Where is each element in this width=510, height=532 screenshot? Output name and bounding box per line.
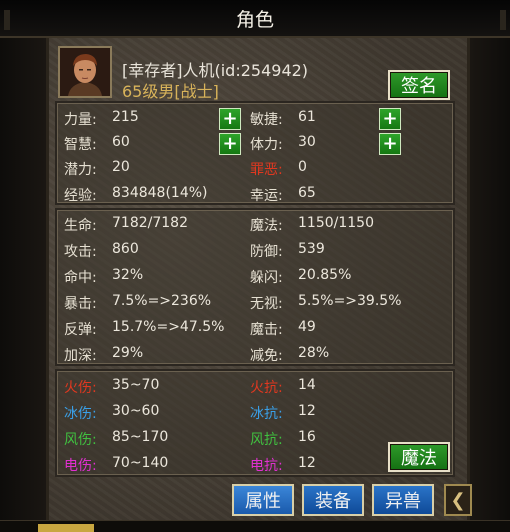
element-stat-value: 16: [298, 429, 316, 445]
stat-value: 30: [298, 134, 316, 150]
combat-stat-label: 攻击:: [64, 244, 97, 260]
element-stat-label: 风抗:: [250, 432, 283, 448]
combat-stat-value: 29%: [112, 345, 144, 361]
title-bar: 角色: [0, 0, 510, 38]
portrait-avatar-icon: [60, 48, 110, 96]
combat-stat-label: 减免:: [250, 348, 283, 364]
add-point-button[interactable]: +: [379, 108, 401, 130]
combat-stat-value: 7182/7182: [112, 215, 188, 231]
stat-value: 834848(14%): [112, 185, 208, 201]
magic-button[interactable]: 魔法: [388, 442, 450, 472]
combat-stat-label: 暴击:: [64, 296, 97, 312]
stat-label: 罪恶:: [250, 162, 283, 178]
element-stat-label: 电伤:: [64, 458, 97, 474]
combat-stat-value: 32%: [112, 267, 144, 283]
combat-stat-value: 1150/1150: [298, 215, 374, 231]
element-stat-value: 14: [298, 377, 316, 393]
stat-label: 潜力:: [64, 162, 97, 178]
element-stat-value: 70~140: [112, 455, 169, 471]
element-stat-label: 冰伤:: [64, 406, 97, 422]
combat-stat-label: 生命:: [64, 218, 97, 234]
element-stat-label: 风伤:: [64, 432, 97, 448]
bottom-bar-highlight: [38, 524, 94, 532]
titlebar-right-ornament: [500, 10, 506, 30]
tab-equipment[interactable]: 装备: [302, 484, 364, 516]
stat-value: 65: [298, 185, 316, 201]
combat-stat-label: 魔法:: [250, 218, 283, 234]
combat-stat-value: 7.5%=>236%: [112, 293, 212, 309]
stat-label: 幸运:: [250, 188, 283, 204]
stat-label: 智慧:: [64, 137, 97, 153]
element-stat-label: 冰抗:: [250, 406, 283, 422]
stat-label: 经验:: [64, 188, 97, 204]
stat-label: 力量:: [64, 112, 97, 128]
stat-label: 体力:: [250, 137, 283, 153]
combat-stat-value: 49: [298, 319, 316, 335]
element-stat-value: 35~70: [112, 377, 160, 393]
combat-stat-value: 5.5%=>39.5%: [298, 293, 402, 309]
element-stat-label: 火抗:: [250, 380, 283, 396]
stat-value: 61: [298, 109, 316, 125]
character-portrait[interactable]: [58, 46, 112, 98]
combat-stat-label: 魔击:: [250, 322, 283, 338]
tab-beasts[interactable]: 异兽: [372, 484, 434, 516]
combat-stat-label: 躲闪:: [250, 270, 283, 286]
combat-stat-value: 15.7%=>47.5%: [112, 319, 225, 335]
stat-value: 20: [112, 159, 130, 175]
stat-label: 敏捷:: [250, 112, 283, 128]
left-side-border: [0, 38, 46, 532]
element-stat-value: 30~60: [112, 403, 160, 419]
element-stat-label: 电抗:: [250, 458, 283, 474]
bottom-bar: [0, 520, 510, 532]
stat-value: 60: [112, 134, 130, 150]
element-stat-value: 12: [298, 403, 316, 419]
sign-button[interactable]: 签名: [388, 70, 450, 100]
add-point-button[interactable]: +: [219, 108, 241, 130]
element-stat-value: 85~170: [112, 429, 169, 445]
combat-stat-label: 反弹:: [64, 322, 97, 338]
combat-stat-value: 28%: [298, 345, 330, 361]
window-title: 角色: [235, 9, 274, 31]
stat-value: 215: [112, 109, 139, 125]
add-point-button[interactable]: +: [219, 133, 241, 155]
stat-value: 0: [298, 159, 307, 175]
tab-attributes[interactable]: 属性: [232, 484, 294, 516]
back-button[interactable]: ❮: [444, 484, 472, 516]
combat-stat-label: 无视:: [250, 296, 283, 312]
add-point-button[interactable]: +: [379, 133, 401, 155]
right-side-border: [470, 38, 510, 532]
combat-stat-label: 防御:: [250, 244, 283, 260]
combat-stat-label: 加深:: [64, 348, 97, 364]
character-level-class: 65级男[战士]: [122, 82, 219, 101]
combat-stat-value: 539: [298, 241, 325, 257]
element-stat-label: 火伤:: [64, 380, 97, 396]
combat-stat-value: 20.85%: [298, 267, 352, 283]
combat-stat-value: 860: [112, 241, 139, 257]
combat-stat-label: 命中:: [64, 270, 97, 286]
element-stat-value: 12: [298, 455, 316, 471]
chevron-left-icon: ❮: [450, 489, 466, 511]
